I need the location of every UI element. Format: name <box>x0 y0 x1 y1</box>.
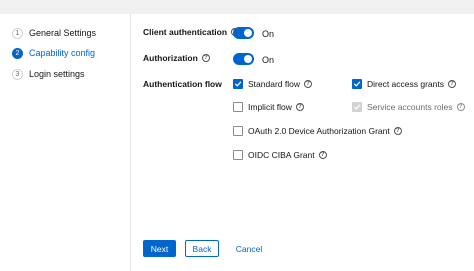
authentication-flow-label-text: Authentication flow <box>143 79 222 89</box>
question-circle-icon[interactable]: ? <box>201 54 210 62</box>
oauth-device-grant-option[interactable]: OAuth 2.0 Device Authorization Grant ? <box>233 125 402 137</box>
standard-flow-label: Standard flow <box>248 79 300 89</box>
standard-flow-checkbox[interactable] <box>233 79 243 89</box>
standard-flow-option[interactable]: Standard flow ? <box>233 78 312 90</box>
service-accounts-roles-checkbox <box>352 102 362 112</box>
page: 1 General Settings 2 Capability config 3… <box>0 0 474 271</box>
implicit-flow-label: Implicit flow <box>248 102 292 112</box>
question-circle-icon[interactable]: ? <box>303 80 312 88</box>
step-number: 3 <box>12 68 23 80</box>
direct-access-grants-label: Direct access grants <box>367 79 444 89</box>
service-accounts-roles-option: Service accounts roles ? <box>352 101 465 113</box>
oauth-device-grant-label: OAuth 2.0 Device Authorization Grant <box>248 126 390 136</box>
authorization-label-text: Authorization <box>143 53 198 63</box>
oidc-ciba-grant-option[interactable]: OIDC CIBA Grant ? <box>233 149 327 161</box>
implicit-flow-option[interactable]: Implicit flow ? <box>233 101 304 113</box>
client-authentication-switch[interactable] <box>233 27 254 39</box>
oidc-ciba-grant-label: OIDC CIBA Grant <box>248 150 315 160</box>
step-number: 2 <box>12 47 23 59</box>
wizard-step-login-settings[interactable]: 3 Login settings <box>12 67 85 81</box>
authorization-label: Authorization ? <box>143 52 210 64</box>
switch-knob <box>244 55 252 63</box>
wizard-nav-divider <box>130 14 131 271</box>
switch-knob <box>244 29 252 37</box>
step-label: Login settings <box>29 69 85 79</box>
client-authentication-label: Client authentication ? <box>143 26 240 38</box>
question-circle-icon[interactable]: ? <box>295 103 304 111</box>
service-accounts-roles-label: Service accounts roles <box>367 102 453 112</box>
oidc-ciba-grant-checkbox[interactable] <box>233 150 243 160</box>
question-circle-icon[interactable]: ? <box>393 127 402 135</box>
back-button[interactable]: Back <box>185 240 219 257</box>
question-circle-icon[interactable]: ? <box>318 151 327 159</box>
direct-access-grants-option[interactable]: Direct access grants ? <box>352 78 456 90</box>
question-circle-icon[interactable]: ? <box>448 80 456 88</box>
next-button[interactable]: Next <box>143 240 176 257</box>
implicit-flow-checkbox[interactable] <box>233 102 243 112</box>
authorization-switch[interactable] <box>233 53 254 65</box>
authentication-flow-label: Authentication flow <box>143 78 222 90</box>
checkmark-icon <box>234 81 242 87</box>
cancel-button[interactable]: Cancel <box>228 240 270 257</box>
oauth-device-grant-checkbox[interactable] <box>233 126 243 136</box>
client-authentication-state: On <box>262 29 275 39</box>
top-header-strip <box>0 0 474 14</box>
step-label: General Settings <box>29 28 97 38</box>
client-authentication-label-text: Client authentication <box>143 27 228 37</box>
question-circle-icon[interactable]: ? <box>456 103 465 111</box>
step-label: Capability config <box>29 48 96 58</box>
wizard-step-capability-config[interactable]: 2 Capability config <box>12 46 95 60</box>
checkmark-icon <box>353 81 361 87</box>
authorization-state: On <box>262 55 275 65</box>
wizard-step-general-settings[interactable]: 1 General Settings <box>12 26 96 40</box>
direct-access-grants-checkbox[interactable] <box>352 79 362 89</box>
step-number: 1 <box>12 27 23 39</box>
checkmark-icon <box>353 104 361 110</box>
